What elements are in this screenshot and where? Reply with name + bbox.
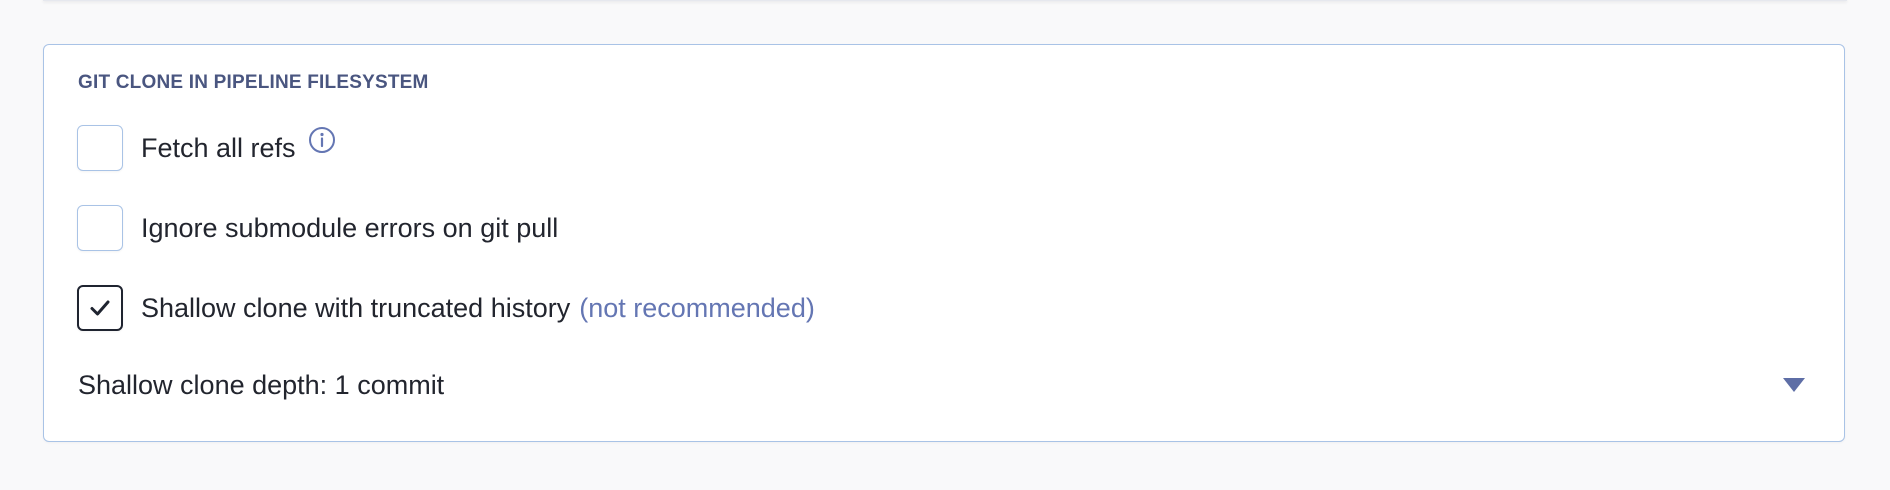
not-recommended-hint: (not recommended): [579, 292, 815, 323]
ignore-submodule-errors-checkbox[interactable]: [77, 205, 123, 251]
section-title: GIT CLONE IN PIPELINE FILESYSTEM: [78, 72, 429, 93]
shallow-clone-label[interactable]: Shallow clone with truncated history: [141, 293, 570, 324]
info-icon[interactable]: [308, 126, 336, 154]
shallow-clone-checkbox[interactable]: [77, 285, 123, 331]
ignore-submodule-errors-label[interactable]: Ignore submodule errors on git pull: [141, 213, 558, 244]
git-clone-settings-panel: GIT CLONE IN PIPELINE FILESYSTEM Fetch a…: [43, 44, 1845, 442]
shallow-clone-depth-label[interactable]: Shallow clone depth: 1 commit: [78, 370, 444, 401]
previous-section-card: [43, 0, 1847, 1]
fetch-all-refs-option[interactable]: Fetch all refs: [77, 124, 336, 172]
checkmark-icon: [90, 300, 110, 316]
fetch-all-refs-checkbox[interactable]: [77, 125, 123, 171]
ignore-submodule-errors-option[interactable]: Ignore submodule errors on git pull: [77, 204, 558, 252]
fetch-all-refs-label[interactable]: Fetch all refs: [141, 133, 296, 164]
chevron-down-icon[interactable]: [1782, 377, 1806, 393]
shallow-clone-depth-select[interactable]: Shallow clone depth: 1 commit: [78, 365, 1838, 405]
shallow-clone-option[interactable]: Shallow clone with truncated history (no…: [77, 284, 815, 332]
